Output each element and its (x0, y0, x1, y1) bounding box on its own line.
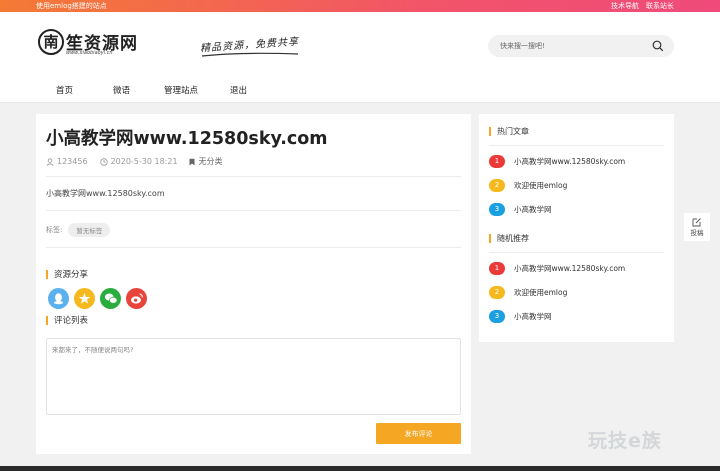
random-article-title: 小高教学网 (514, 312, 552, 321)
nav-item-microblog[interactable]: 微语 (113, 84, 164, 96)
comment-textarea[interactable] (46, 338, 461, 415)
random-article-title: 欢迎使用emlog (514, 288, 568, 297)
share-heading-text: 资源分享 (54, 270, 89, 280)
top-link-contact[interactable]: 联系站长 (646, 1, 674, 11)
nav-item-admin[interactable]: 管理站点 (164, 84, 230, 96)
weibo-icon[interactable] (126, 288, 147, 309)
post-date: 2020-5-30 18:21 (110, 157, 178, 166)
post-category[interactable]: 无分类 (199, 156, 223, 167)
rank-badge: 2 (489, 286, 505, 299)
submit-comment-button[interactable]: 发布评论 (376, 423, 461, 444)
search-icon[interactable] (652, 40, 664, 52)
logo-domain: www.xiaobiaoyi.cn (66, 50, 113, 56)
qq-glyph (53, 293, 64, 305)
post-tags: 标签: 暂无标签 (46, 223, 111, 237)
share-buttons (48, 288, 147, 309)
hot-article-item[interactable]: 3 小高教学网 (489, 203, 552, 216)
post-title: 小高教学网www.12580sky.com (46, 129, 328, 149)
user-icon (46, 157, 54, 166)
site-logo[interactable]: 南 笙资源网 www.xiaobiaoyi.cn (38, 29, 138, 61)
post-body: 小高教学网www.12580sky.com (46, 189, 165, 198)
top-link-tech-nav[interactable]: 技术导航 (611, 1, 639, 11)
wechat-glyph (104, 293, 117, 304)
hot-article-item[interactable]: 2 欢迎使用emlog (489, 179, 567, 192)
site-tagline: 使用emlog搭建的站点 (36, 2, 107, 10)
rank-badge: 2 (489, 179, 505, 192)
contribute-label: 投稿 (690, 229, 704, 237)
random-article-item[interactable]: 3 小高教学网 (489, 310, 552, 323)
hot-article-title: 欢迎使用emlog (514, 181, 568, 190)
comments-heading: 评论列表 (46, 314, 88, 326)
post-meta: 123456 2020-5-30 18:21 无分类 (46, 156, 223, 167)
divider (489, 145, 664, 146)
qzone-icon[interactable] (74, 288, 95, 309)
divider (46, 247, 461, 248)
clock-icon (99, 157, 108, 166)
heading-accent-bar (46, 315, 48, 325)
divider (46, 210, 461, 211)
slogan: 精品资源，免费共享 (200, 33, 310, 63)
random-articles-heading: 随机推荐 (489, 233, 529, 244)
bottom-bar (0, 466, 720, 471)
rank-badge: 1 (489, 262, 505, 275)
tags-label: 标签: (46, 226, 63, 234)
tag-pill[interactable]: 暂无标签 (68, 223, 111, 237)
heading-accent-bar (489, 234, 491, 243)
weibo-glyph (130, 293, 143, 304)
main-nav: 首页 微语 管理站点 退出 (56, 84, 270, 96)
top-links: 技术导航 联系站长 (611, 1, 674, 11)
hot-article-title: 小高教学网 (514, 205, 552, 214)
nav-item-logout[interactable]: 退出 (230, 84, 270, 96)
random-article-item[interactable]: 1 小高教学网www.12580sky.com (489, 262, 625, 275)
hot-articles-heading: 热门文章 (489, 126, 529, 137)
heading-accent-bar (489, 127, 491, 136)
site-header: 南 笙资源网 www.xiaobiaoyi.cn 精品资源，免费共享 首页 微语… (0, 12, 720, 103)
wechat-icon[interactable] (100, 288, 121, 309)
star-glyph (78, 293, 91, 304)
post-author[interactable]: 123456 (57, 157, 88, 166)
contribute-float-button[interactable]: 投稿 (684, 213, 710, 241)
rank-badge: 3 (489, 203, 505, 216)
logo-seal: 南 (38, 29, 64, 55)
watermark: 玩技e族 (588, 430, 662, 452)
top-bar: 使用emlog搭建的站点 技术导航 联系站长 (0, 0, 720, 12)
rank-badge: 1 (489, 155, 505, 168)
divider (489, 252, 664, 253)
divider (46, 176, 461, 177)
nav-item-home[interactable]: 首页 (56, 84, 113, 96)
slogan-brush-stroke (201, 52, 299, 57)
random-article-title: 小高教学网www.12580sky.com (514, 264, 626, 273)
hot-article-item[interactable]: 1 小高教学网www.12580sky.com (489, 155, 625, 168)
bookmark-icon (189, 158, 195, 165)
comments-heading-text: 评论列表 (54, 316, 89, 326)
article-panel: 小高教学网www.12580sky.com 123456 2020-5-30 1… (36, 114, 471, 454)
hot-article-title: 小高教学网www.12580sky.com (514, 157, 626, 166)
share-heading: 资源分享 (46, 268, 88, 280)
edit-icon (692, 218, 701, 227)
hot-articles-heading-text: 热门文章 (497, 127, 529, 136)
search-bar (488, 35, 674, 57)
search-input[interactable] (500, 40, 640, 52)
rank-badge: 3 (489, 310, 505, 323)
heading-accent-bar (46, 269, 48, 279)
sidebar: 热门文章 1 小高教学网www.12580sky.com 2 欢迎使用emlog… (479, 114, 674, 342)
random-article-item[interactable]: 2 欢迎使用emlog (489, 286, 567, 299)
qq-icon[interactable] (48, 288, 69, 309)
random-articles-heading-text: 随机推荐 (497, 234, 529, 243)
